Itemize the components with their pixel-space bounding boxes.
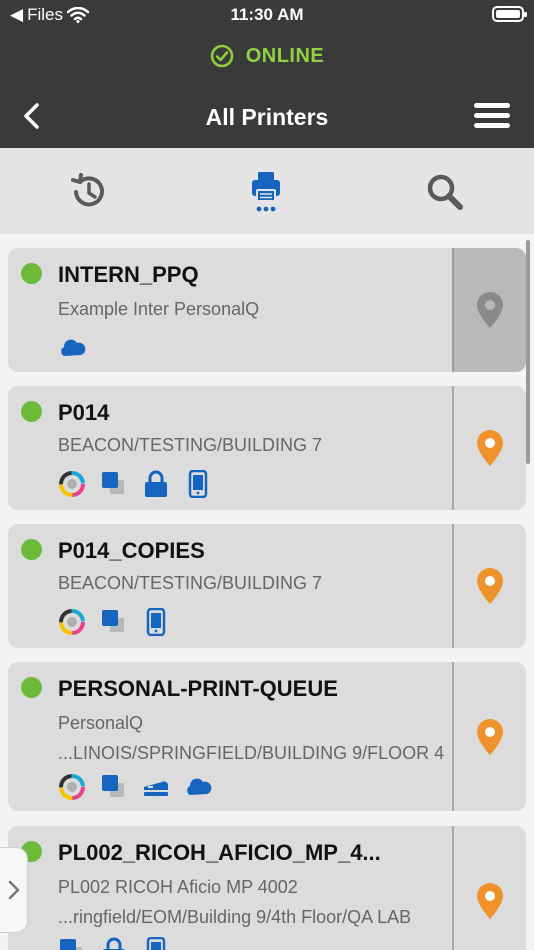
location-pin-icon xyxy=(477,882,503,919)
location-pin-icon xyxy=(477,430,503,466)
feature-icons xyxy=(58,773,212,801)
printer-card[interactable]: PL002_RICOH_AFICIO_MP_4... PL002 RICOH A… xyxy=(8,826,526,950)
menu-button[interactable] xyxy=(474,101,512,131)
location-pin-icon xyxy=(477,718,503,755)
lock-icon xyxy=(103,937,125,950)
scrollbar[interactable] xyxy=(526,240,530,464)
printer-location: BEACON/TESTING/BUILDING 7 xyxy=(58,435,323,455)
connection-status: ONLINE xyxy=(0,44,534,68)
printer-name: P014 xyxy=(58,400,110,425)
feature-icons xyxy=(58,470,212,498)
history-icon xyxy=(71,173,104,207)
printer-name: INTERN_PPQ xyxy=(58,262,199,287)
printer-card[interactable]: INTERN_PPQ Example Inter PersonalQ xyxy=(8,248,526,372)
copy-pages-icon xyxy=(60,939,84,950)
top-bar: ◀ Files 11:30 AM ONLINE All Printers xyxy=(0,0,534,148)
location-button[interactable] xyxy=(452,248,526,372)
copy-pages-icon xyxy=(102,775,126,799)
location-button[interactable] xyxy=(452,524,526,648)
feature-icons xyxy=(58,608,170,636)
status-bar: ◀ Files 11:30 AM xyxy=(0,0,534,30)
printer-description: Example Inter PersonalQ xyxy=(58,299,260,319)
status-online-dot xyxy=(21,401,42,422)
feature-icons xyxy=(58,937,170,950)
printer-icon xyxy=(252,172,280,212)
printer-location: ...LINOIS/SPRINGFIELD/BUILDING 9/FLOOR 4 xyxy=(58,743,445,763)
status-online-dot xyxy=(21,263,42,284)
mobile-icon xyxy=(146,937,166,950)
location-pin-icon xyxy=(477,568,503,604)
side-drawer-handle[interactable] xyxy=(0,847,28,933)
location-button[interactable] xyxy=(452,662,526,811)
printer-card[interactable]: P014_COPIES BEACON/TESTING/BUILDING 7 xyxy=(8,524,526,648)
hamburger-icon xyxy=(474,103,510,108)
battery-icon xyxy=(492,6,527,22)
printer-name: PERSONAL-PRINT-QUEUE xyxy=(58,676,338,701)
printer-card[interactable]: PERSONAL-PRINT-QUEUE PersonalQ ...LINOIS… xyxy=(8,662,526,811)
location-button[interactable] xyxy=(452,826,526,950)
feature-icons xyxy=(58,334,86,362)
mobile-icon xyxy=(146,608,166,636)
clock: 11:30 AM xyxy=(230,5,304,24)
printer-location: ...ringfield/EOM/Building 9/4th Floor/QA… xyxy=(58,907,412,927)
tab-bar xyxy=(0,148,534,234)
online-label: ONLINE xyxy=(245,44,325,67)
check-circle-icon xyxy=(210,44,233,68)
printer-card[interactable]: P014 BEACON/TESTING/BUILDING 7 xyxy=(8,386,526,510)
location-pin-icon xyxy=(477,292,503,328)
page-title: All Printers xyxy=(205,104,329,130)
stapler-icon xyxy=(144,781,169,796)
copy-pages-icon xyxy=(102,472,126,496)
tab-history[interactable] xyxy=(67,168,111,216)
printer-location: BEACON/TESTING/BUILDING 7 xyxy=(58,573,323,593)
printer-description: PersonalQ xyxy=(58,713,144,733)
status-online-dot xyxy=(21,539,42,560)
printer-list: INTERN_PPQ Example Inter PersonalQ P014 … xyxy=(0,234,534,950)
status-online-dot xyxy=(21,677,42,698)
printer-description: PL002 RICOH Aficio MP 4002 xyxy=(58,877,298,897)
cloud-icon xyxy=(61,339,86,356)
color-wheel-icon xyxy=(59,609,85,635)
location-button[interactable] xyxy=(452,386,526,510)
tab-printers[interactable] xyxy=(244,168,288,216)
chevron-right-icon xyxy=(8,880,19,900)
printer-name: PL002_RICOH_AFICIO_MP_4... xyxy=(58,840,381,865)
cloud-icon xyxy=(187,778,212,795)
color-wheel-icon xyxy=(59,471,85,497)
color-wheel-icon xyxy=(59,774,85,800)
nav-row: All Printers xyxy=(0,95,534,139)
copy-pages-icon xyxy=(102,610,126,634)
lock-icon xyxy=(145,470,167,497)
printer-name: P014_COPIES xyxy=(58,538,205,563)
tab-search[interactable] xyxy=(423,168,467,216)
mobile-icon xyxy=(188,470,208,498)
search-icon xyxy=(427,174,463,210)
